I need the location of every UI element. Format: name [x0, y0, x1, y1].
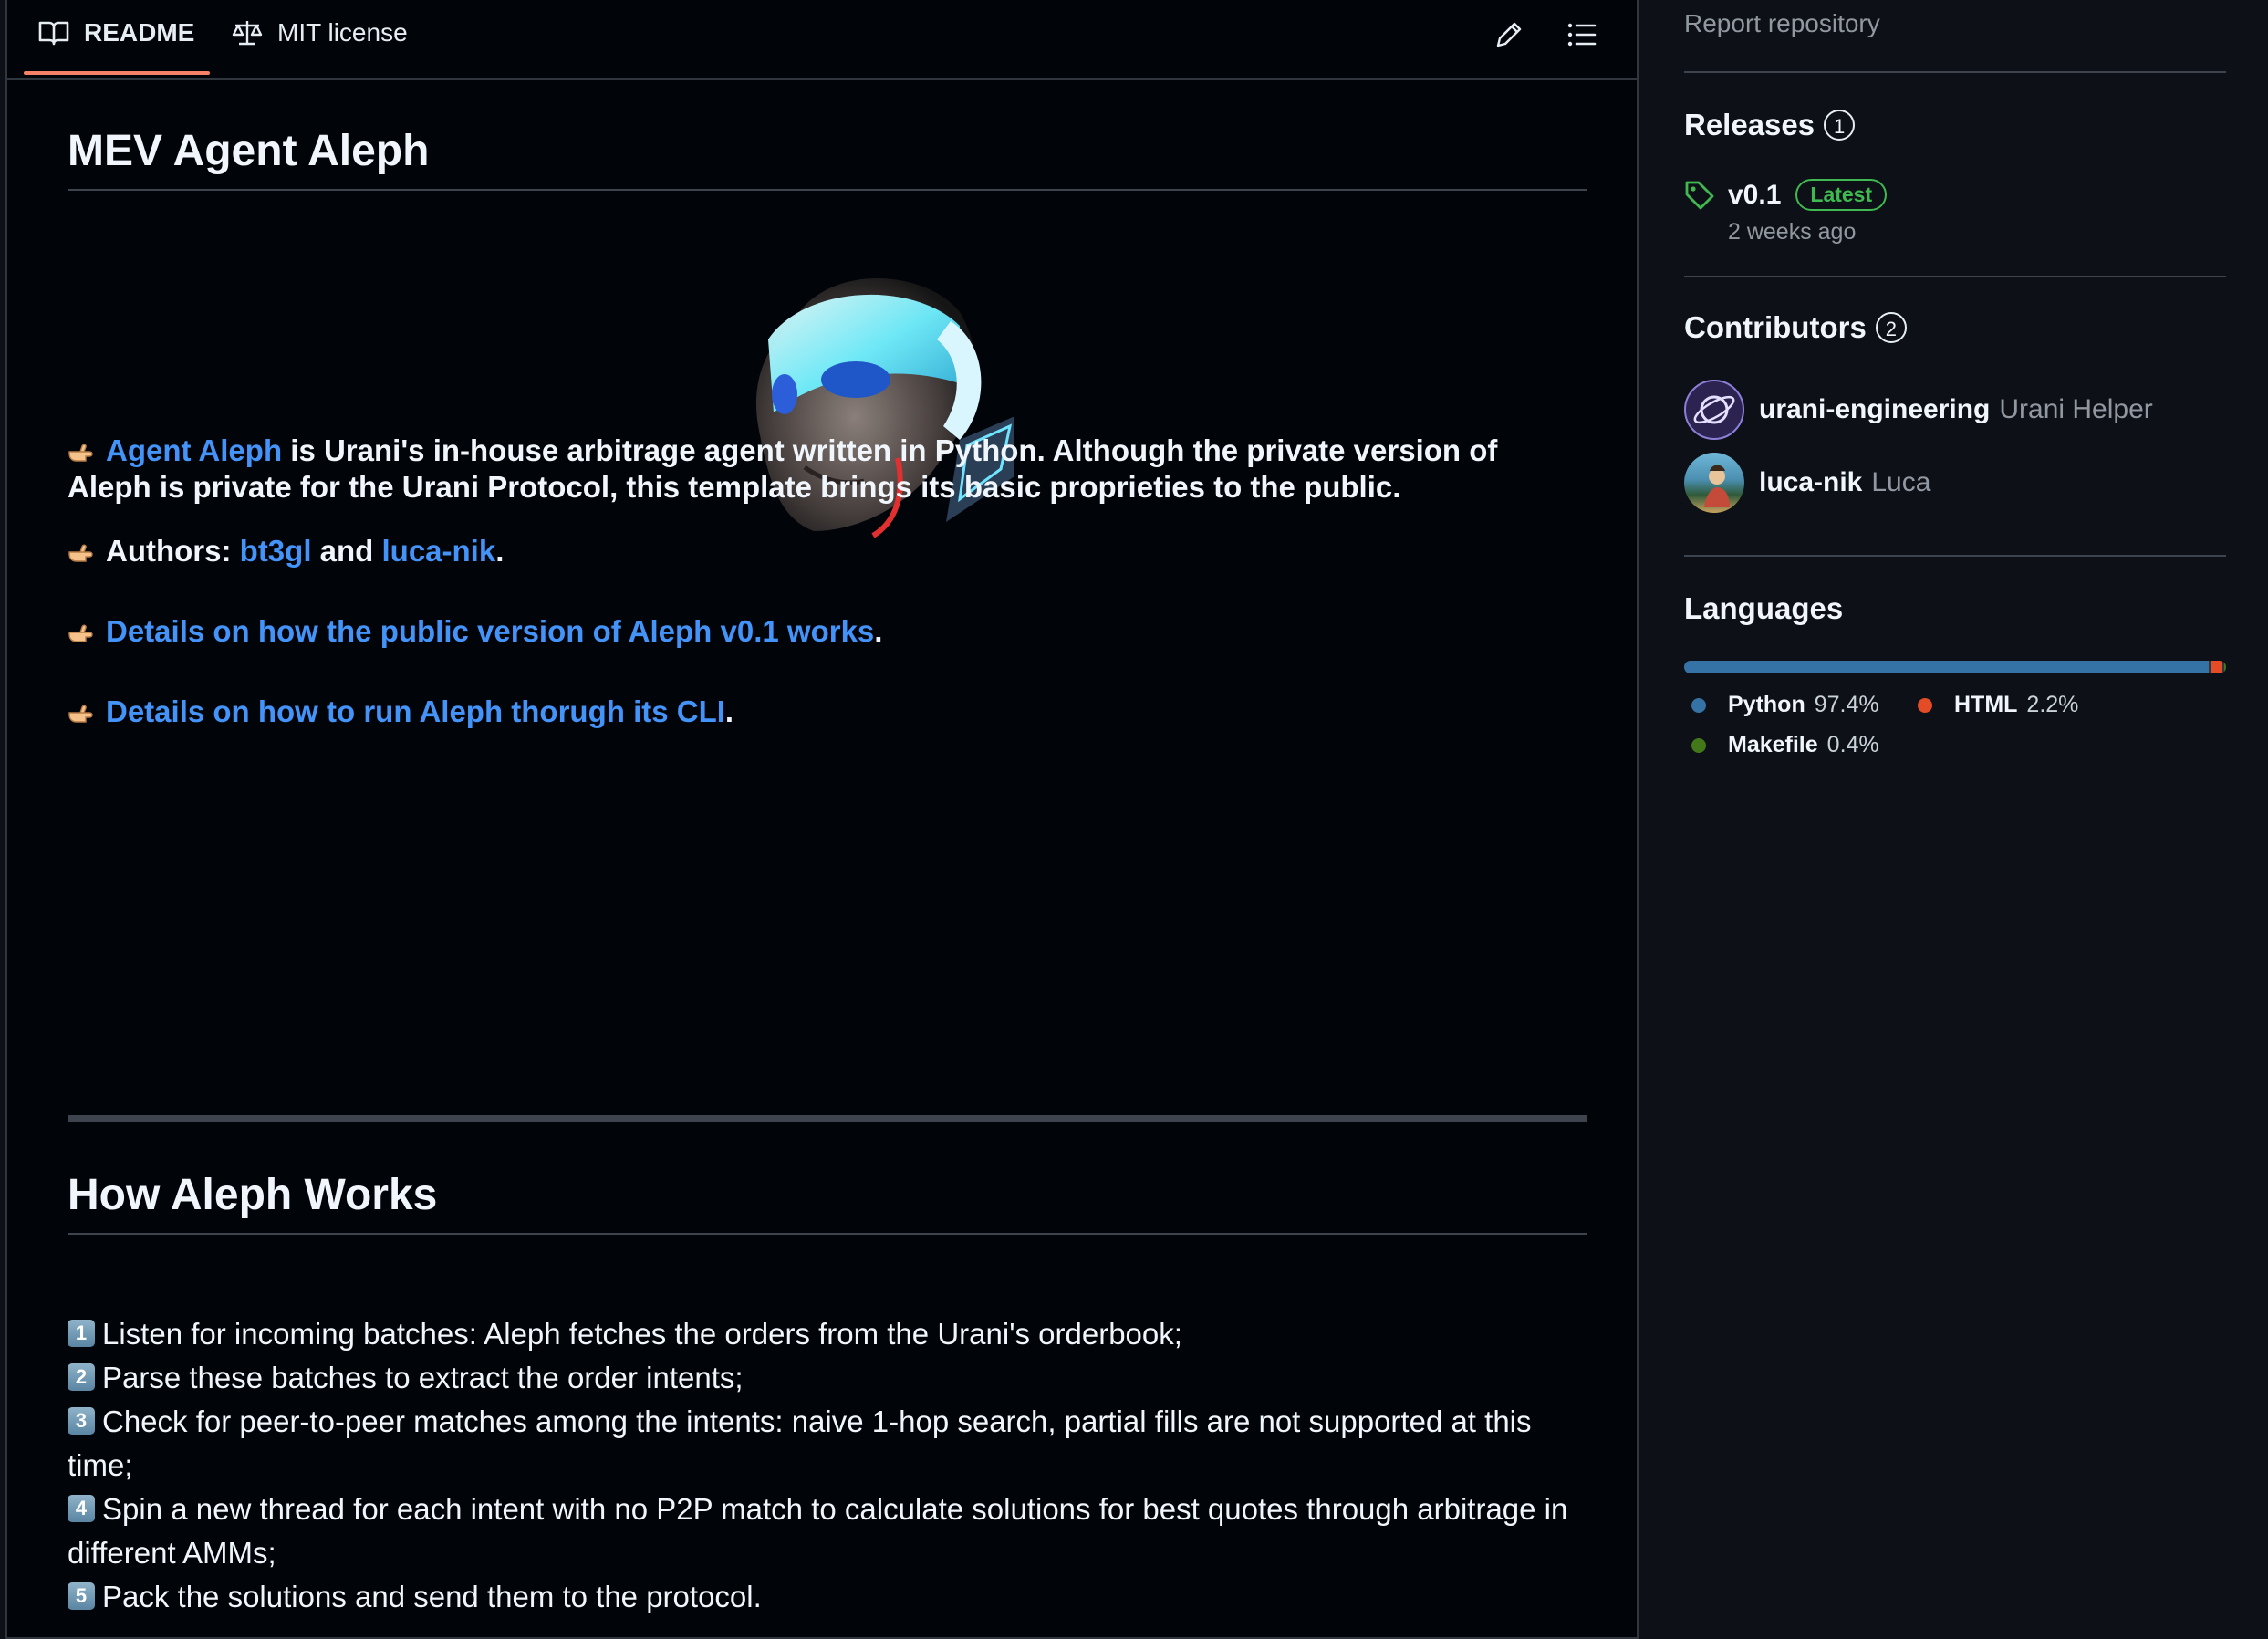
- language-item[interactable]: HTML 2.2%: [1910, 692, 2078, 718]
- releases-heading[interactable]: Releases 1: [1684, 108, 1856, 142]
- language-item[interactable]: Makefile 0.4%: [1684, 732, 1879, 758]
- languages-bar: [1684, 661, 2226, 673]
- readme-tab-bar: README MIT license: [7, 0, 1637, 80]
- step-item: 2 Parse these batches to extract the orde…: [68, 1356, 1587, 1400]
- releases-count: 1: [1824, 110, 1856, 141]
- outline-list-icon[interactable]: [1564, 16, 1600, 53]
- step-item: 3 Check for peer-to-peer matches among th…: [68, 1400, 1587, 1488]
- step-item: 1 Listen for incoming batches: Aleph fetc…: [68, 1312, 1587, 1356]
- contributor-login: luca-nik: [1759, 467, 1863, 497]
- pointing-hand-icon: [68, 544, 93, 562]
- language-name: Python: [1728, 692, 1805, 717]
- pointing-hand-icon: [68, 624, 93, 642]
- section-title: How Aleph Works: [68, 1170, 1587, 1235]
- sidebar-divider: [1684, 71, 2226, 73]
- tab-readme[interactable]: README: [38, 15, 194, 51]
- step-text: Listen for incoming batches: Aleph fetch…: [102, 1317, 1182, 1351]
- step-text: Pack the solutions and send them to the …: [102, 1580, 762, 1613]
- report-repository-link[interactable]: Report repository: [1684, 9, 1880, 38]
- step-item: 4 Spin a new thread for each intent with …: [68, 1488, 1587, 1575]
- details-works-period: .: [874, 614, 883, 648]
- keycap-4-icon: 4: [68, 1495, 95, 1523]
- language-percent: 0.4%: [1826, 732, 1879, 757]
- readme-title: MEV Agent Aleph: [68, 126, 1587, 191]
- releases-title: Releases: [1684, 108, 1815, 141]
- contributor-name: Urani Helper: [1999, 394, 2153, 424]
- language-dot: [1691, 737, 1706, 753]
- step-text: Spin a new thread for each intent with n…: [68, 1492, 1568, 1570]
- book-icon: [38, 21, 69, 46]
- details-works-paragraph: Details on how the public version of Ale…: [68, 613, 1587, 650]
- aleph-hero-image: [686, 257, 1024, 568]
- language-segment-html: [2210, 661, 2222, 673]
- pointing-hand-icon: [68, 705, 93, 723]
- release-date: 2 weeks ago: [1728, 219, 1857, 245]
- languages-title: Languages: [1684, 591, 1844, 625]
- release-entry[interactable]: v0.1 Latest: [1684, 179, 1888, 211]
- scale-icon: [232, 21, 263, 46]
- authors-period: .: [495, 534, 505, 568]
- contributor-item[interactable]: urani-engineering Urani Helper: [1684, 380, 2153, 440]
- keycap-1-icon: 1: [68, 1320, 95, 1348]
- details-cli-paragraph: Details on how to run Aleph thorugh its …: [68, 694, 1587, 730]
- language-name: Makefile: [1728, 732, 1818, 757]
- step-text: Check for peer-to-peer matches among the…: [68, 1404, 1532, 1482]
- tag-icon: [1685, 181, 1714, 209]
- agent-aleph-link[interactable]: Agent Aleph: [106, 433, 282, 467]
- keycap-3-icon: 3: [68, 1407, 95, 1435]
- authors-prefix: Authors:: [106, 534, 240, 568]
- intro-paragraph: Agent Aleph is Urani's in-house arbitrag…: [68, 433, 1587, 506]
- contributor-name: Luca: [1871, 467, 1931, 497]
- language-dot: [1918, 697, 1932, 713]
- contributor-login: urani-engineering: [1759, 394, 1991, 424]
- language-percent: 2.2%: [2026, 692, 2079, 717]
- tab-license-label: MIT license: [277, 18, 408, 47]
- language-segment-python: [1684, 661, 2209, 673]
- intro-text: is Urani's in-house arbitrage agent writ…: [68, 433, 1498, 504]
- tab-license[interactable]: MIT license: [232, 15, 408, 51]
- language-dot: [1691, 697, 1706, 713]
- active-tab-indicator: [24, 71, 210, 75]
- step-text: Parse these batches to extract the order…: [102, 1361, 744, 1394]
- language-percent: 97.4%: [1814, 692, 1879, 717]
- authors-and: and: [311, 534, 382, 568]
- sidebar-divider: [1684, 276, 2226, 277]
- details-cli-link[interactable]: Details on how to run Aleph thorugh its …: [106, 694, 725, 728]
- horizontal-rule: [68, 1115, 1587, 1122]
- author-bt3gl-link[interactable]: bt3gl: [240, 534, 312, 568]
- contributors-heading[interactable]: Contributors 2: [1684, 310, 1907, 345]
- contributors-title: Contributors: [1684, 310, 1867, 344]
- readme-panel: README MIT license MEV Agent Aleph Agent…: [5, 0, 1639, 1639]
- details-works-link[interactable]: Details on how the public version of Ale…: [106, 614, 874, 648]
- language-item[interactable]: Python 97.4%: [1684, 692, 1879, 718]
- author-luca-nik-link[interactable]: luca-nik: [382, 534, 496, 568]
- avatar: [1684, 453, 1744, 513]
- language-segment-makefile: [2223, 661, 2226, 673]
- contributors-count: 2: [1875, 312, 1907, 343]
- sidebar-divider: [1684, 555, 2226, 557]
- latest-badge: Latest: [1795, 179, 1888, 211]
- details-cli-period: .: [724, 694, 734, 728]
- contributor-item[interactable]: luca-nik Luca: [1684, 453, 1930, 513]
- tab-readme-label: README: [84, 18, 195, 47]
- release-version: v0.1: [1728, 179, 1782, 210]
- language-name: HTML: [1954, 692, 2018, 717]
- pointing-hand-icon: [68, 444, 93, 462]
- step-item: 5 Pack the solutions and send them to the…: [68, 1575, 1587, 1619]
- keycap-2-icon: 2: [68, 1363, 95, 1392]
- authors-paragraph: Authors: bt3gl and luca-nik.: [68, 533, 1587, 569]
- keycap-5-icon: 5: [68, 1582, 95, 1611]
- avatar: [1684, 380, 1744, 440]
- edit-pencil-icon[interactable]: [1491, 16, 1527, 53]
